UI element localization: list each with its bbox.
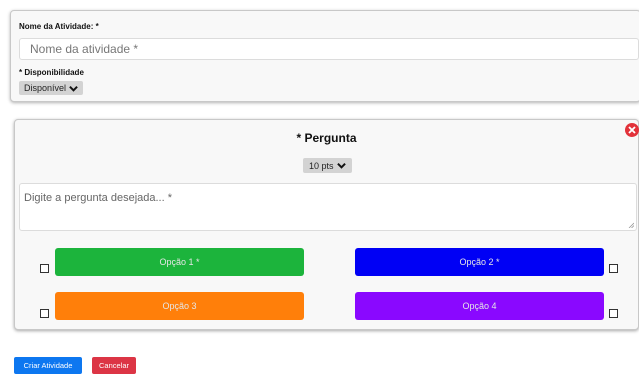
question-text-placeholder: Digite a pergunta desejada... *	[24, 192, 172, 204]
option-3-label: Opção 3	[162, 301, 197, 311]
option-1-field[interactable]: Opção 1 *	[55, 248, 304, 276]
remove-question-button[interactable]	[625, 123, 639, 137]
activity-details-card: Nome da Atividade: * Nome da atividade *…	[10, 10, 639, 102]
option-4-correct-checkbox[interactable]	[609, 309, 618, 318]
chevron-down-icon	[69, 85, 78, 92]
points-select[interactable]: 10 pts	[303, 158, 352, 173]
option-2-correct-checkbox[interactable]	[609, 264, 618, 273]
availability-select[interactable]: Disponível	[19, 81, 84, 95]
option-3-correct-checkbox[interactable]	[40, 309, 49, 318]
create-activity-button[interactable]: Criar Atividade	[14, 357, 82, 374]
option-2-label: Opção 2 *	[459, 257, 500, 267]
activity-name-input[interactable]: Nome da atividade *	[19, 38, 639, 60]
option-2-field[interactable]: Opção 2 *	[355, 248, 604, 276]
chevron-down-icon	[336, 162, 346, 169]
resize-grip-icon[interactable]	[628, 222, 634, 228]
option-1-label: Opção 1 *	[159, 257, 200, 267]
availability-value: Disponível	[24, 83, 67, 93]
option-1-correct-checkbox[interactable]	[40, 264, 49, 273]
close-icon	[628, 126, 636, 134]
option-4-field[interactable]: Opção 4	[355, 292, 604, 320]
option-3-field[interactable]: Opção 3	[55, 292, 304, 320]
question-text-input[interactable]: Digite a pergunta desejada... *	[19, 183, 637, 231]
activity-name-label: Nome da Atividade: *	[19, 22, 99, 31]
question-card: * Pergunta 10 pts Digite a pergunta dese…	[14, 119, 639, 330]
question-title: * Pergunta	[296, 131, 357, 145]
cancel-button[interactable]: Cancelar	[92, 357, 136, 374]
availability-label: * Disponibilidade	[19, 68, 84, 77]
option-4-label: Opção 4	[462, 301, 497, 311]
points-value: 10 pts	[309, 160, 334, 171]
